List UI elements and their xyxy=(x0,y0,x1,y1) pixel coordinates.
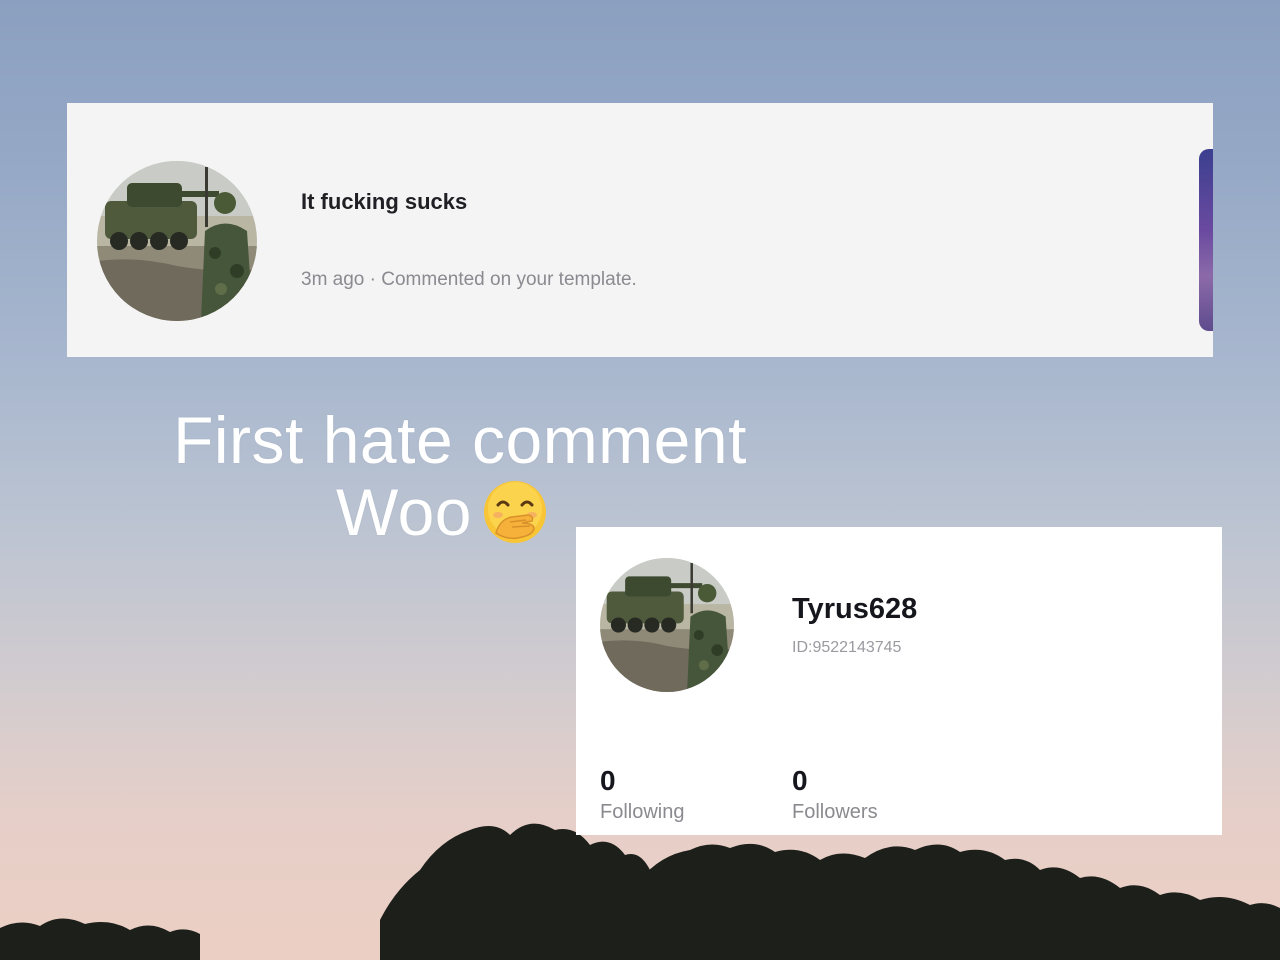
profile-avatar[interactable] xyxy=(600,558,734,692)
following-label: Following xyxy=(600,801,685,823)
following-count: 0 xyxy=(600,765,616,796)
comment-meta: 3m ago · Commented on your template. xyxy=(301,269,637,290)
caption-line-2: Woo xyxy=(335,475,472,549)
commenter-avatar[interactable] xyxy=(97,161,257,321)
background-sky: It fucking sucks 3m ago · Commented on y… xyxy=(0,0,1280,960)
comment-text: It fucking sucks xyxy=(301,189,468,214)
soldier-photo-icon xyxy=(97,161,257,321)
notification-card[interactable]: It fucking sucks 3m ago · Commented on y… xyxy=(67,103,1213,357)
face-with-hand-over-mouth-icon xyxy=(484,481,546,543)
profile-username: Tyrus628 xyxy=(792,593,918,625)
profile-user-id: ID:9522143745 xyxy=(792,639,902,656)
followers-count: 0 xyxy=(792,765,808,796)
followers-label: Followers xyxy=(792,801,878,823)
following-stat[interactable]: 0 Following xyxy=(600,765,684,824)
template-thumbnail[interactable] xyxy=(1199,149,1213,331)
followers-stat[interactable]: 0 Followers xyxy=(792,765,878,824)
soldier-photo-icon xyxy=(600,558,734,692)
profile-card[interactable]: Tyrus628 ID:9522143745 0 Following 0 Fol… xyxy=(576,527,1222,835)
caption-line-1: First hate comment xyxy=(173,403,747,477)
